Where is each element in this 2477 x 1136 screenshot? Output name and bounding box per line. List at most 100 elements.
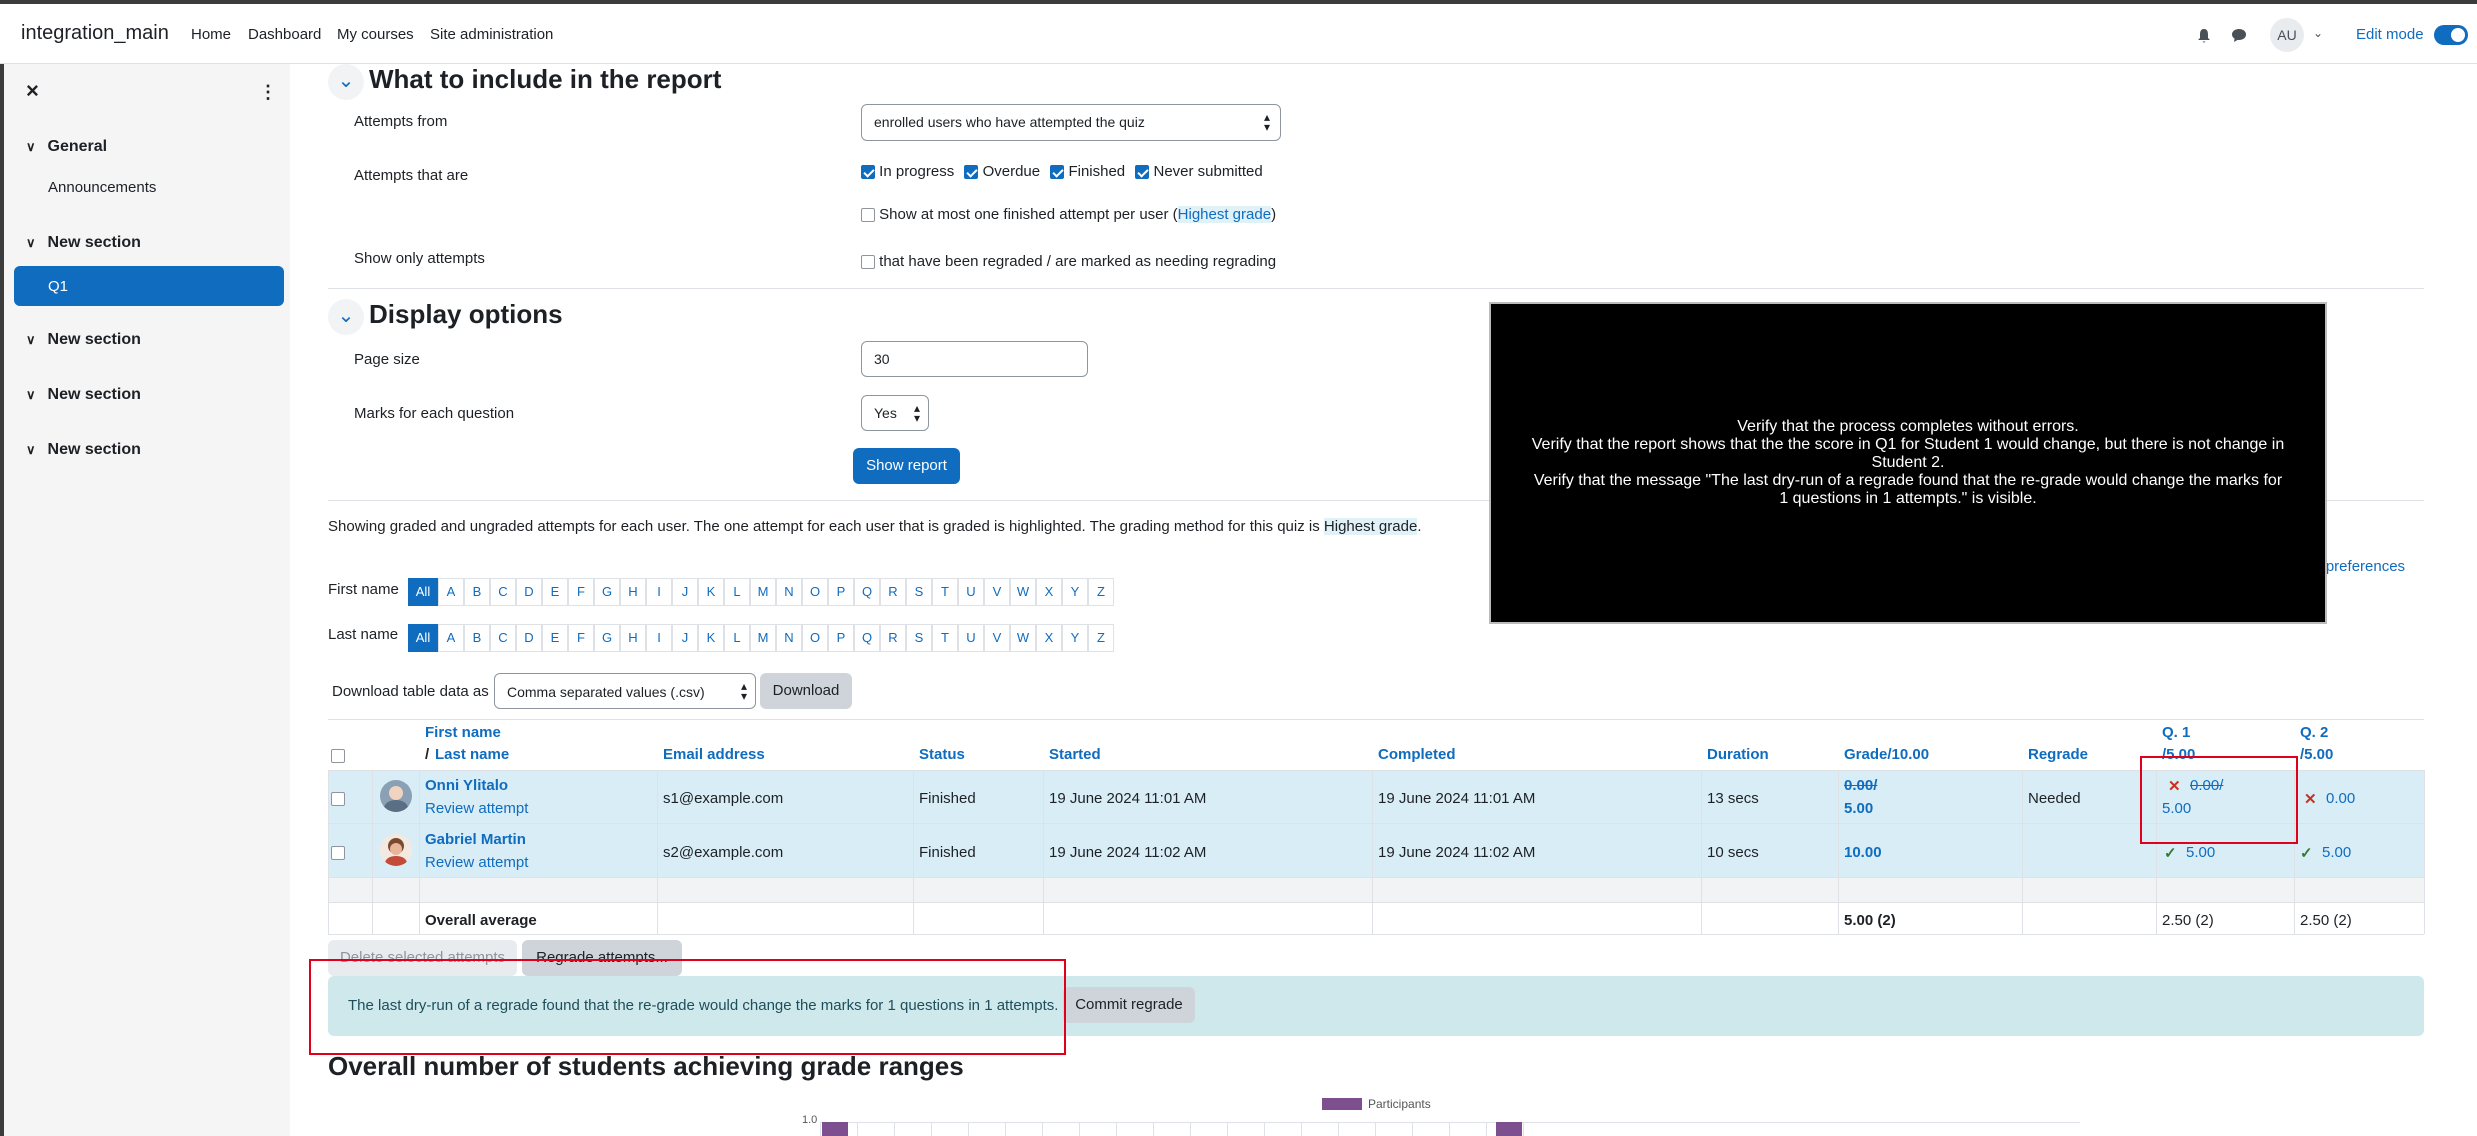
select-all-checkbox[interactable]	[331, 747, 345, 764]
last-name-letter-a[interactable]: A	[438, 624, 464, 652]
attempts-from-select[interactable]: enrolled users who have attempted the qu…	[861, 104, 1281, 141]
row-checkbox[interactable]	[331, 790, 345, 807]
header-q2-max[interactable]: /5.00	[2300, 746, 2333, 763]
first-name-letter-v[interactable]: V	[984, 578, 1010, 606]
last-name-letter-r[interactable]: R	[880, 624, 906, 652]
first-name-letter-a[interactable]: A	[438, 578, 464, 606]
checkbox-in-progress[interactable]	[861, 165, 875, 180]
header-email[interactable]: Email address	[663, 746, 765, 763]
student-name-link[interactable]: Gabriel Martin	[425, 831, 526, 848]
marks-select[interactable]: Yes ▴ ▾	[861, 395, 929, 431]
last-name-letter-i[interactable]: I	[646, 624, 672, 652]
first-name-letter-l[interactable]: L	[724, 578, 750, 606]
last-name-letter-w[interactable]: W	[1010, 624, 1036, 652]
close-drawer-button[interactable]: ×	[26, 78, 39, 104]
header-regrade[interactable]: Regrade	[2028, 746, 2088, 763]
sidebar-item-announcements[interactable]: Announcements	[48, 179, 156, 196]
first-name-letter-q[interactable]: Q	[854, 578, 880, 606]
header-completed[interactable]: Completed	[1378, 746, 1456, 763]
page-size-input[interactable]: 30	[861, 341, 1088, 377]
nav-site-administration[interactable]: Site administration	[430, 26, 553, 43]
header-grade[interactable]: Grade/10.00	[1844, 746, 1929, 763]
collapse-include-icon[interactable]: ⌄	[328, 64, 364, 100]
q1-cell[interactable]: 5.00	[2186, 844, 2215, 861]
collapse-display-icon[interactable]: ⌄	[328, 299, 364, 335]
download-button[interactable]: Download	[760, 673, 852, 709]
nav-home[interactable]: Home	[191, 26, 231, 43]
last-name-letter-x[interactable]: X	[1036, 624, 1062, 652]
last-name-letter-j[interactable]: J	[672, 624, 698, 652]
row-checkbox[interactable]	[331, 844, 345, 861]
last-name-letter-h[interactable]: H	[620, 624, 646, 652]
header-started[interactable]: Started	[1049, 746, 1101, 763]
header-q1[interactable]: Q. 1	[2162, 724, 2190, 741]
last-name-letter-z[interactable]: Z	[1088, 624, 1114, 652]
first-name-letter-n[interactable]: N	[776, 578, 802, 606]
section-new-3[interactable]: ∨ New section	[26, 386, 141, 404]
student-name-link[interactable]: Onni Ylitalo	[425, 777, 508, 794]
last-name-letter-v[interactable]: V	[984, 624, 1010, 652]
checkbox-overdue[interactable]	[964, 165, 979, 180]
grade-new[interactable]: 5.00	[1844, 800, 1873, 817]
last-name-letter-d[interactable]: D	[516, 624, 542, 652]
checkbox-finished[interactable]	[1050, 165, 1065, 180]
q2-cell[interactable]: 0.00	[2326, 790, 2355, 807]
first-name-letter-y[interactable]: Y	[1062, 578, 1088, 606]
last-name-letter-c[interactable]: C	[490, 624, 516, 652]
nav-my-courses[interactable]: My courses	[337, 26, 414, 43]
last-name-letter-y[interactable]: Y	[1062, 624, 1088, 652]
highest-grade-link[interactable]: Highest grade	[1177, 206, 1272, 223]
section-new-1[interactable]: ∨ New section	[26, 234, 141, 252]
first-name-letter-d[interactable]: D	[516, 578, 542, 606]
first-name-letter-t[interactable]: T	[932, 578, 958, 606]
last-name-letter-f[interactable]: F	[568, 624, 594, 652]
show-report-button[interactable]: Show report	[853, 448, 960, 484]
first-name-letter-s[interactable]: S	[906, 578, 932, 606]
first-name-letter-f[interactable]: F	[568, 578, 594, 606]
first-name-letter-g[interactable]: G	[594, 578, 620, 606]
header-status[interactable]: Status	[919, 746, 965, 763]
bell-icon[interactable]	[2197, 28, 2211, 44]
grade-old[interactable]: 0.00/	[1844, 777, 1877, 794]
section-new-4[interactable]: ∨ New section	[26, 441, 141, 459]
first-name-letter-j[interactable]: J	[672, 578, 698, 606]
first-name-letter-h[interactable]: H	[620, 578, 646, 606]
first-name-letter-all[interactable]: All	[408, 578, 438, 606]
first-name-letter-e[interactable]: E	[542, 578, 568, 606]
review-attempt-link[interactable]: Review attempt	[425, 800, 528, 817]
chat-icon[interactable]	[2231, 28, 2247, 43]
last-name-letter-t[interactable]: T	[932, 624, 958, 652]
last-name-letter-p[interactable]: P	[828, 624, 854, 652]
checkbox-one-attempt[interactable]	[861, 208, 875, 223]
last-name-letter-s[interactable]: S	[906, 624, 932, 652]
first-name-letter-c[interactable]: C	[490, 578, 516, 606]
last-name-letter-k[interactable]: K	[698, 624, 724, 652]
first-name-letter-z[interactable]: Z	[1088, 578, 1114, 606]
first-name-letter-b[interactable]: B	[464, 578, 490, 606]
drawer-more-icon[interactable]: ⋮	[259, 82, 277, 103]
section-new-2[interactable]: ∨ New section	[26, 331, 141, 349]
last-name-letter-g[interactable]: G	[594, 624, 620, 652]
first-name-letter-w[interactable]: W	[1010, 578, 1036, 606]
first-name-letter-k[interactable]: K	[698, 578, 724, 606]
first-name-letter-p[interactable]: P	[828, 578, 854, 606]
commit-regrade-button[interactable]: Commit regrade	[1063, 987, 1195, 1023]
section-general[interactable]: ∨ General	[26, 138, 107, 156]
last-name-letter-o[interactable]: O	[802, 624, 828, 652]
last-name-letter-q[interactable]: Q	[854, 624, 880, 652]
header-last-name[interactable]: Last name	[435, 746, 509, 763]
checkbox-regraded[interactable]	[861, 255, 875, 270]
last-name-letter-all[interactable]: All	[408, 624, 438, 652]
user-avatar[interactable]: AU	[2270, 18, 2304, 52]
last-name-letter-u[interactable]: U	[958, 624, 984, 652]
first-name-letter-x[interactable]: X	[1036, 578, 1062, 606]
grade-cell[interactable]: 10.00	[1844, 844, 1882, 861]
header-duration[interactable]: Duration	[1707, 746, 1769, 763]
last-name-letter-n[interactable]: N	[776, 624, 802, 652]
nav-dashboard[interactable]: Dashboard	[248, 26, 321, 43]
checkbox-never-submitted[interactable]	[1135, 165, 1150, 180]
last-name-letter-l[interactable]: L	[724, 624, 750, 652]
last-name-letter-b[interactable]: B	[464, 624, 490, 652]
header-q2[interactable]: Q. 2	[2300, 724, 2328, 741]
review-attempt-link[interactable]: Review attempt	[425, 854, 528, 871]
